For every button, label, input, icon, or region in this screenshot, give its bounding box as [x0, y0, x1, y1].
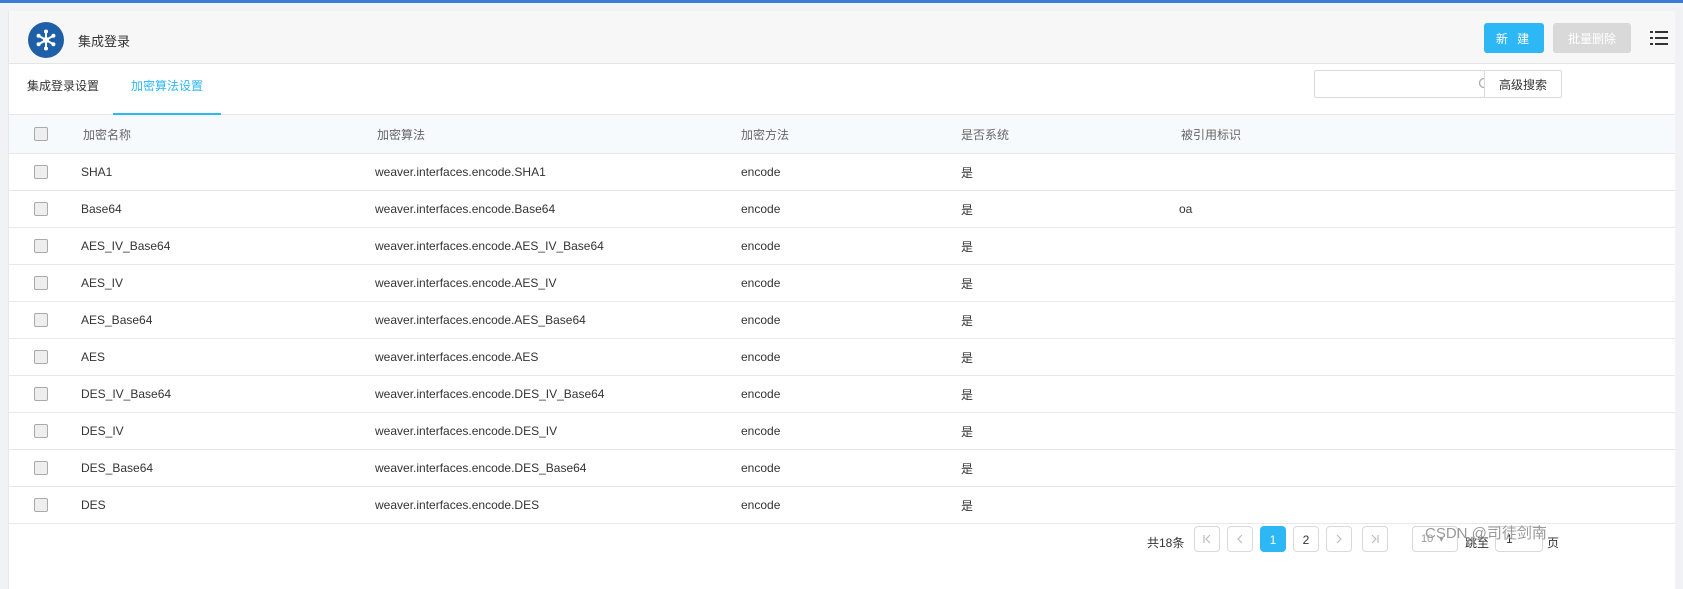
cell-is-system: 是	[961, 461, 974, 476]
table-row[interactable]: DES weaver.interfaces.encode.DES encode 是	[9, 487, 1675, 524]
page-button-2[interactable]: 2	[1293, 526, 1319, 552]
row-checkbox[interactable]	[34, 498, 48, 512]
cell-algorithm: weaver.interfaces.encode.AES_IV_Base64	[375, 239, 604, 253]
search-input[interactable]	[1321, 71, 1475, 97]
first-page-button[interactable]	[1194, 526, 1220, 552]
cell-method: encode	[741, 461, 781, 475]
table-row[interactable]: DES_IV weaver.interfaces.encode.DES_IV enc…	[9, 413, 1675, 450]
table-row[interactable]: AES_IV_Base64 weaver.interfaces.encode.AE…	[9, 228, 1675, 265]
cell-algorithm: weaver.interfaces.encode.AES_IV	[375, 276, 557, 290]
cell-reference-id: oa	[1179, 202, 1193, 216]
batch-delete-button[interactable]: 批量删除	[1553, 23, 1631, 53]
cell-algorithm: weaver.interfaces.encode.DES_IV	[375, 424, 558, 438]
column-header-name[interactable]: 加密名称	[83, 115, 131, 153]
row-checkbox[interactable]	[34, 350, 48, 364]
tab-integrated-login-settings[interactable]: 集成登录设置	[9, 64, 117, 113]
next-page-button[interactable]	[1326, 526, 1352, 552]
page-title: 集成登录	[78, 34, 131, 49]
table-row[interactable]: DES_IV_Base64 weaver.interfaces.encode.DE…	[9, 376, 1675, 413]
row-checkbox[interactable]	[34, 239, 48, 253]
table-row[interactable]: AES weaver.interfaces.encode.AES encode 是	[9, 339, 1675, 376]
page-suffix: 页	[1547, 536, 1560, 550]
table-row[interactable]: Base64 weaver.interfaces.encode.Base64 enc…	[9, 191, 1675, 228]
column-header-reference-id[interactable]: 被引用标识	[1181, 115, 1241, 153]
cell-is-system: 是	[961, 424, 974, 439]
cell-method: encode	[741, 498, 781, 512]
page-header: 集成登录 新 建 批量删除	[9, 11, 1675, 64]
row-checkbox[interactable]	[34, 165, 48, 179]
column-header-method[interactable]: 加密方法	[741, 115, 789, 153]
cell-method: encode	[741, 202, 781, 216]
cell-name: SHA1	[81, 165, 113, 179]
cell-name: DES	[81, 498, 106, 512]
tab-encryption-algorithm-settings[interactable]: 加密算法设置	[113, 64, 222, 115]
cell-is-system: 是	[961, 165, 974, 180]
row-checkbox[interactable]	[34, 202, 48, 216]
cell-algorithm: weaver.interfaces.encode.AES_Base64	[375, 313, 586, 327]
page-button-1[interactable]: 1	[1260, 526, 1286, 552]
cell-is-system: 是	[961, 498, 974, 513]
new-button[interactable]: 新 建	[1484, 23, 1544, 53]
main-panel: 集成登录 新 建 批量删除 集成登录设置 加密算法设置 高级搜索 加密名称 加密…	[8, 11, 1675, 589]
table-header: 加密名称 加密算法 加密方法 是否系统 被引用标识	[9, 115, 1675, 154]
select-all-checkbox[interactable]	[34, 127, 48, 141]
first-page-icon	[1203, 534, 1211, 544]
total-count: 共18条	[1147, 536, 1185, 550]
cell-algorithm: weaver.interfaces.encode.AES	[375, 350, 539, 364]
table-row[interactable]: DES_Base64 weaver.interfaces.encode.DES_B…	[9, 450, 1675, 487]
cell-name: AES_IV_Base64	[81, 239, 171, 253]
cell-method: encode	[741, 276, 781, 290]
watermark: CSDN @司徒剑南	[1425, 525, 1547, 542]
row-checkbox[interactable]	[34, 424, 48, 438]
row-checkbox[interactable]	[34, 276, 48, 290]
table-row[interactable]: AES_IV weaver.interfaces.encode.AES_IV enc…	[9, 265, 1675, 302]
chevron-right-icon	[1336, 534, 1342, 544]
top-accent-bar	[0, 0, 1683, 3]
last-page-icon	[1371, 534, 1379, 544]
table-body: SHA1 weaver.interfaces.encode.SHA1 encode 是…	[9, 154, 1675, 524]
advanced-search-button[interactable]: 高级搜索	[1484, 70, 1562, 98]
cell-is-system: 是	[961, 202, 974, 217]
table-row[interactable]: AES_Base64 weaver.interfaces.encode.AES_B…	[9, 302, 1675, 339]
cell-is-system: 是	[961, 239, 974, 254]
search-box	[1314, 70, 1500, 98]
chevron-left-icon	[1237, 534, 1243, 544]
column-header-is-system[interactable]: 是否系统	[961, 115, 1009, 153]
cell-name: AES_Base64	[81, 313, 153, 327]
cell-name: DES_IV_Base64	[81, 387, 172, 401]
row-checkbox[interactable]	[34, 313, 48, 327]
cell-is-system: 是	[961, 350, 974, 365]
cell-method: encode	[741, 165, 781, 179]
cell-name: DES_IV	[81, 424, 124, 438]
row-checkbox[interactable]	[34, 461, 48, 475]
cell-method: encode	[741, 313, 781, 327]
prev-page-button[interactable]	[1227, 526, 1253, 552]
table-row[interactable]: SHA1 weaver.interfaces.encode.SHA1 encode 是	[9, 154, 1675, 191]
encryption-table: 加密名称 加密算法 加密方法 是否系统 被引用标识 SHA1 weaver.int…	[9, 115, 1675, 524]
cell-method: encode	[741, 387, 781, 401]
cell-method: encode	[741, 424, 781, 438]
row-checkbox[interactable]	[34, 387, 48, 401]
cell-name: AES_IV	[81, 276, 124, 290]
cell-name: AES	[81, 350, 106, 364]
column-header-algorithm[interactable]: 加密算法	[377, 115, 425, 153]
cell-is-system: 是	[961, 387, 974, 402]
last-page-button[interactable]	[1362, 526, 1388, 552]
cell-algorithm: weaver.interfaces.encode.DES_IV_Base64	[375, 387, 605, 401]
cell-algorithm: weaver.interfaces.encode.Base64	[375, 202, 556, 216]
cell-name: DES_Base64	[81, 461, 154, 475]
cell-algorithm: weaver.interfaces.encode.SHA1	[375, 165, 546, 179]
cell-algorithm: weaver.interfaces.encode.DES_Base64	[375, 461, 587, 475]
cell-is-system: 是	[961, 276, 974, 291]
cell-method: encode	[741, 239, 781, 253]
list-menu-icon[interactable]	[1650, 29, 1668, 47]
snowflake-logo-icon	[28, 22, 64, 58]
cell-is-system: 是	[961, 313, 974, 328]
cell-method: encode	[741, 350, 781, 364]
cell-algorithm: weaver.interfaces.encode.DES	[375, 498, 540, 512]
cell-name: Base64	[81, 202, 122, 216]
